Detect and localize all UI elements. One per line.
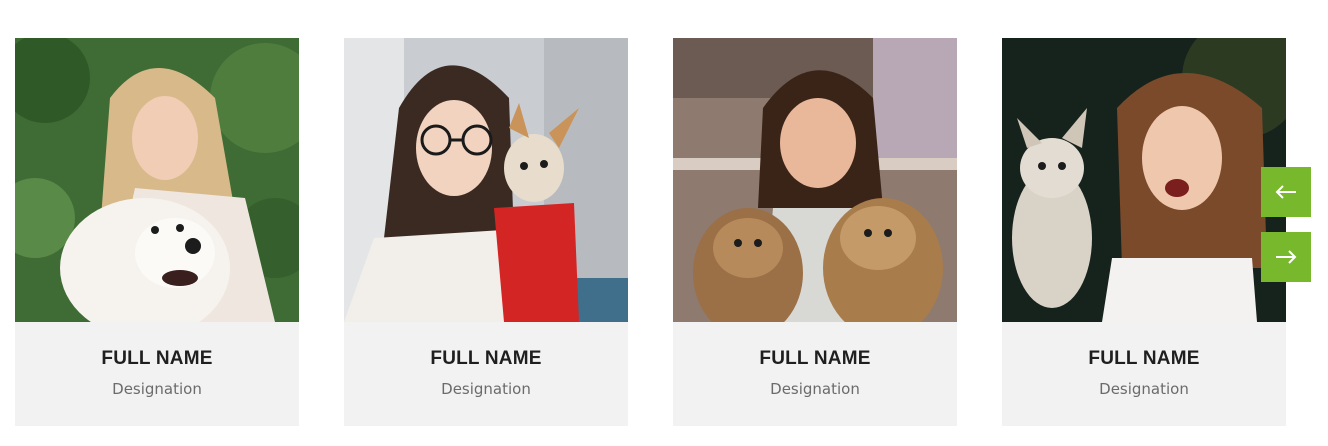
team-carousel: FULL NAME Designation FULL NAME Designat…	[0, 0, 1328, 446]
team-member-designation: Designation	[441, 380, 531, 398]
team-member-name: FULL NAME	[101, 348, 213, 369]
team-card: FULL NAME Designation	[344, 38, 628, 426]
carousel-prev-button[interactable]	[1261, 167, 1311, 217]
team-card: FULL NAME Designation	[1002, 38, 1286, 426]
team-card: FULL NAME Designation	[673, 38, 957, 426]
team-member-photo	[344, 38, 628, 322]
arrow-right-icon	[1275, 249, 1297, 265]
carousel-next-button[interactable]	[1261, 232, 1311, 282]
arrow-left-icon	[1275, 184, 1297, 200]
team-member-designation: Designation	[770, 380, 860, 398]
team-card: FULL NAME Designation	[15, 38, 299, 426]
team-member-photo	[15, 38, 299, 322]
team-member-photo	[1002, 38, 1286, 322]
team-member-name: FULL NAME	[430, 348, 542, 369]
team-member-designation: Designation	[1099, 380, 1189, 398]
team-member-designation: Designation	[112, 380, 202, 398]
team-member-name: FULL NAME	[1088, 348, 1200, 369]
team-member-name: FULL NAME	[759, 348, 871, 369]
team-member-photo	[673, 38, 957, 322]
